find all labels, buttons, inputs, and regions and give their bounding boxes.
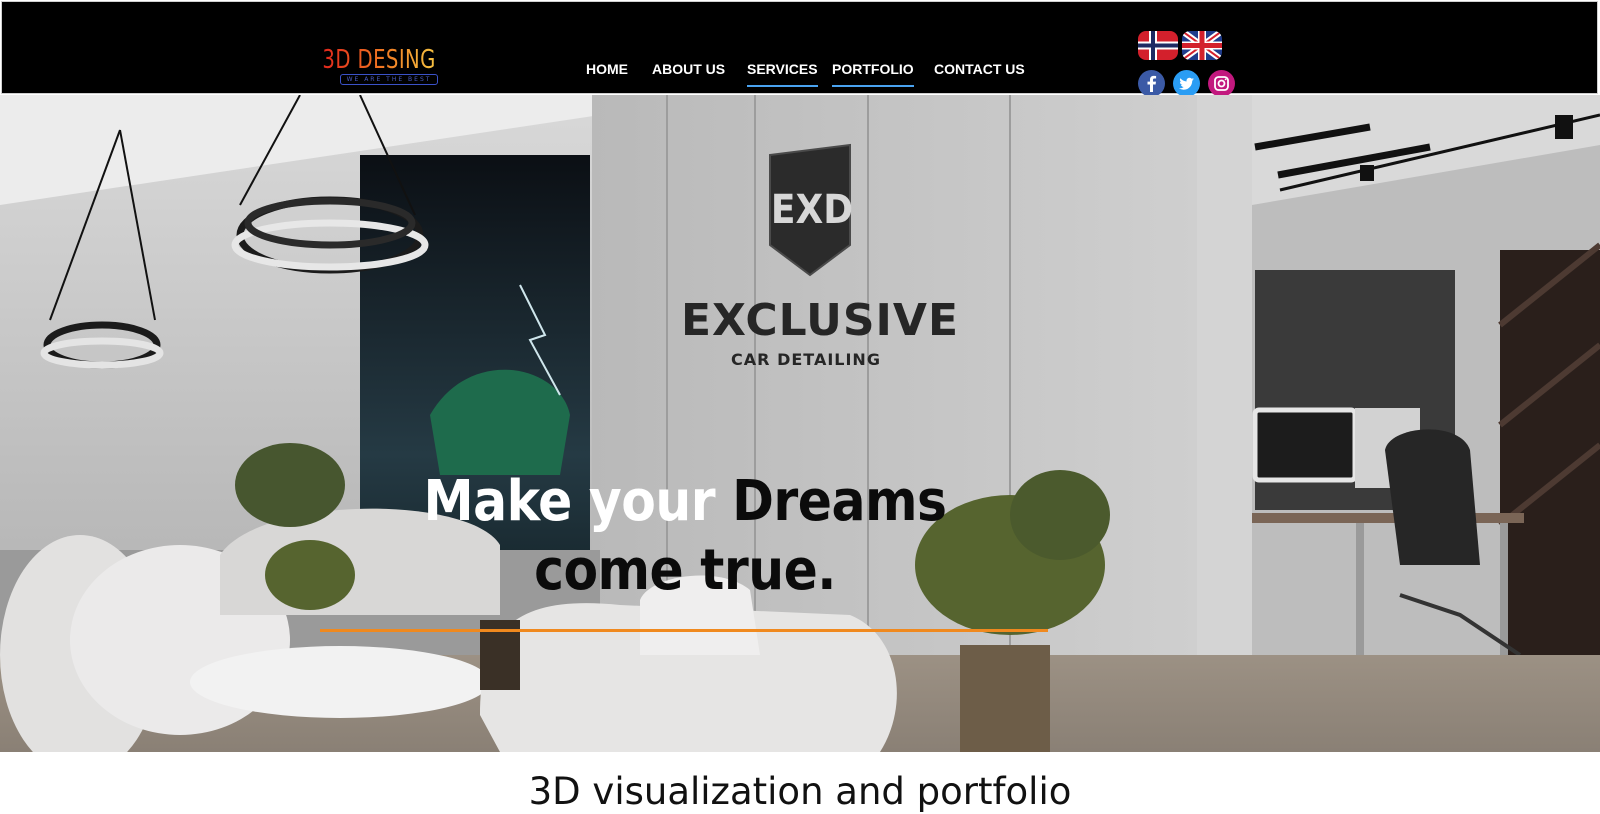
nav-contact-us[interactable]: CONTACT US bbox=[934, 60, 1025, 78]
sign-brand: EXCLUSIVE bbox=[681, 295, 959, 346]
twitter-icon[interactable] bbox=[1173, 70, 1200, 97]
hero-headline-second: come true. bbox=[534, 538, 836, 603]
nav-portfolio[interactable]: PORTFOLIO bbox=[832, 60, 914, 87]
section-title: 3D visualization and portfolio bbox=[528, 770, 1072, 813]
hero-headline-white: Make your bbox=[423, 469, 733, 534]
hero-headline-line-1: Make your Dreams bbox=[0, 468, 1370, 536]
nav-about-us[interactable]: ABOUT US bbox=[652, 60, 725, 78]
norway-flag-icon[interactable] bbox=[1138, 31, 1178, 60]
sign-subtitle: CAR DETAILING bbox=[731, 350, 881, 369]
instagram-icon[interactable] bbox=[1208, 70, 1235, 97]
hero-accent-line bbox=[320, 629, 1048, 632]
logo-tagline: WE ARE THE BEST bbox=[340, 74, 438, 85]
sign-monogram: EXD bbox=[771, 187, 853, 233]
top-header: 3D DESING WE ARE THE BEST HOME ABOUT US … bbox=[1, 1, 1598, 97]
nav-home[interactable]: HOME bbox=[586, 60, 628, 78]
hero-background-image: EXD EXCLUSIVE CAR DETAILING bbox=[0, 95, 1600, 752]
nav-services[interactable]: SERVICES bbox=[747, 60, 818, 87]
site-logo[interactable]: 3D DESING WE ARE THE BEST bbox=[322, 45, 458, 87]
hero-headline-dark: Dreams bbox=[732, 469, 947, 534]
facebook-icon[interactable] bbox=[1138, 70, 1165, 97]
uk-flag-icon[interactable] bbox=[1182, 31, 1222, 60]
hero-banner: EXD EXCLUSIVE CAR DETAILING Make your Dr… bbox=[0, 95, 1600, 752]
hero-headline-line-2: come true. bbox=[0, 537, 1370, 605]
logo-text: 3D DESING bbox=[322, 45, 436, 75]
